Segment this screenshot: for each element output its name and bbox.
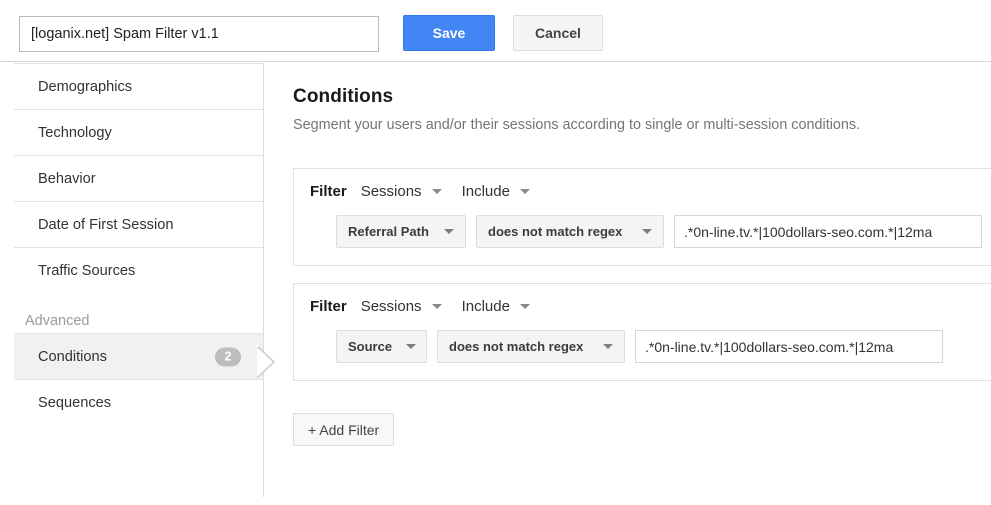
sidebar-section-label: Advanced [25, 313, 90, 329]
sidebar-section-advanced: Advanced [14, 293, 263, 333]
chevron-down-icon [406, 344, 417, 349]
sidebar-item-date-of-first-session[interactable]: Date of First Session [14, 201, 263, 247]
sidebar-item-label: Technology [38, 124, 112, 141]
page-subtitle: Segment your users and/or their sessions… [293, 117, 861, 133]
operator-value: does not match regex [449, 339, 584, 354]
operator-dropdown[interactable]: does not match regex [437, 330, 625, 363]
dimension-dropdown[interactable]: Referral Path [336, 215, 466, 248]
chevron-down-icon [642, 229, 652, 234]
sidebar-item-label: Conditions [38, 348, 107, 365]
filter-condition-row: Referral Path does not match regex [336, 215, 982, 248]
filter-value-input[interactable] [674, 215, 982, 248]
save-button[interactable]: Save [403, 15, 495, 51]
sidebar-item-conditions[interactable]: Conditions 2 [14, 333, 263, 379]
filter-scope-dropdown[interactable]: Sessions [361, 183, 442, 200]
chevron-down-icon [431, 304, 442, 309]
segment-sidebar: Demographics Technology Behavior Date of… [0, 63, 263, 498]
dimension-value: Source [348, 339, 393, 354]
filter-scope-value: Sessions [360, 298, 422, 315]
operator-value: does not match regex [488, 224, 623, 239]
sidebar-item-label: Date of First Session [38, 216, 174, 233]
filter-mode-value: Include [461, 298, 510, 315]
sidebar-item-demographics[interactable]: Demographics [14, 63, 263, 109]
sidebar-item-label: Traffic Sources [38, 262, 136, 279]
chevron-down-icon [519, 304, 530, 309]
top-toolbar: Save Cancel [0, 0, 991, 62]
filter-scope-value: Sessions [360, 183, 422, 200]
toolbar-divider [0, 61, 991, 62]
add-filter-button[interactable]: + Add Filter [293, 413, 395, 446]
operator-dropdown[interactable]: does not match regex [476, 215, 664, 248]
cancel-button[interactable]: Cancel [513, 15, 603, 51]
filter-card: Filter Sessions Include Referral Path do… [293, 168, 991, 266]
filter-label: Filter [310, 183, 347, 200]
chevron-down-icon [431, 189, 442, 194]
dimension-value: Referral Path [348, 224, 429, 239]
filter-mode-value: Include [461, 183, 510, 200]
filter-mode-dropdown[interactable]: Include [462, 183, 530, 200]
chevron-down-icon [519, 189, 530, 194]
filter-header: Filter Sessions Include [310, 183, 550, 200]
sidebar-item-traffic-sources[interactable]: Traffic Sources [14, 247, 263, 293]
sidebar-item-sequences[interactable]: Sequences [14, 379, 263, 425]
sidebar-item-label: Behavior [38, 170, 96, 187]
filter-header: Filter Sessions Include [310, 298, 550, 315]
conditions-panel: Conditions Segment your users and/or the… [264, 63, 991, 505]
filter-condition-row: Source does not match regex [336, 330, 943, 363]
page-title: Conditions [293, 86, 394, 107]
filter-value-input[interactable] [635, 330, 943, 363]
sidebar-item-behavior[interactable]: Behavior [14, 155, 263, 201]
filter-mode-dropdown[interactable]: Include [462, 298, 530, 315]
filter-label: Filter [310, 298, 347, 315]
filter-card: Filter Sessions Include Source does not … [293, 283, 991, 381]
filter-scope-dropdown[interactable]: Sessions [361, 298, 442, 315]
chevron-down-icon [444, 229, 454, 234]
sidebar-item-label: Demographics [38, 78, 133, 95]
dimension-dropdown[interactable]: Source [336, 330, 427, 363]
status-badge: 2 [215, 347, 241, 366]
sidebar-item-technology[interactable]: Technology [14, 109, 263, 155]
chevron-down-icon [603, 344, 613, 349]
sidebar-item-label: Sequences [38, 394, 112, 411]
segment-name-input[interactable] [19, 16, 379, 52]
